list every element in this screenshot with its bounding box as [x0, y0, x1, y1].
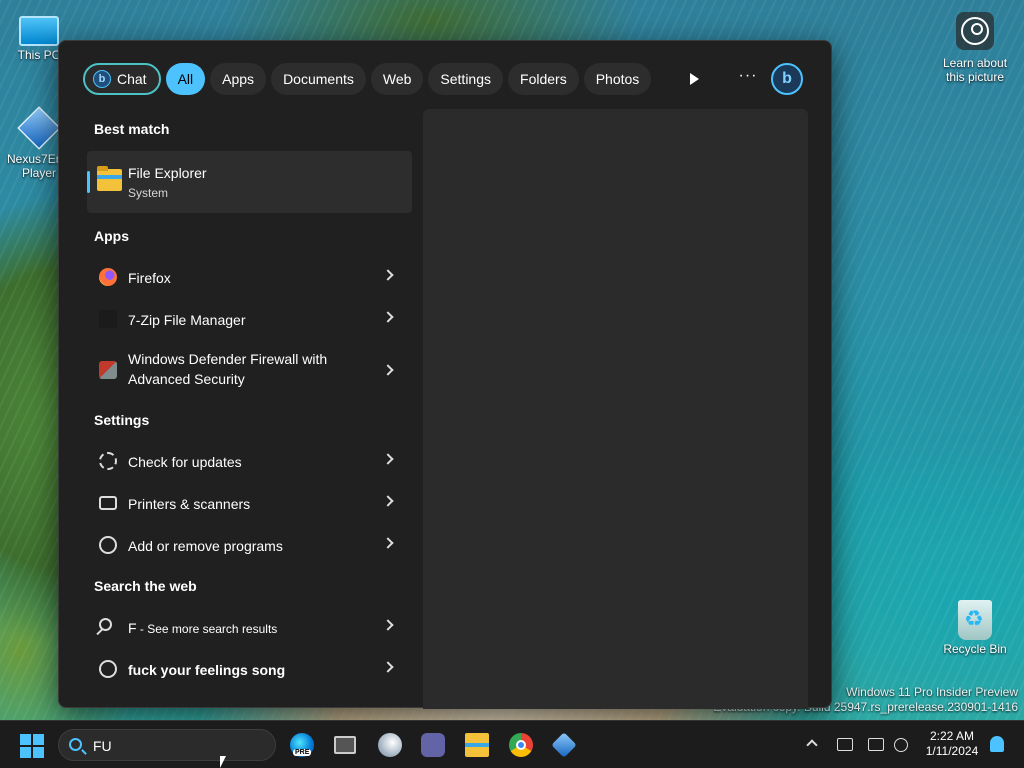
app-result-defender-firewall[interactable]: Windows Defender Firewall with Advanced …: [87, 347, 412, 393]
result-title: File Explorer: [128, 165, 207, 181]
section-title-apps: Apps: [94, 228, 129, 244]
web-query: F: [128, 620, 137, 636]
play-icon: [689, 73, 699, 85]
result-label: 7-Zip File Manager: [128, 312, 246, 328]
more-options-button[interactable]: ···: [735, 67, 761, 89]
taskbar-search-box[interactable]: [58, 729, 276, 761]
app-result-firefox[interactable]: Firefox: [87, 257, 412, 297]
keyboard-icon[interactable]: [837, 738, 853, 751]
chevron-right-icon[interactable]: [382, 661, 394, 673]
volume-muted-icon[interactable]: [894, 738, 908, 752]
setting-result-check-updates[interactable]: Check for updates: [87, 441, 412, 481]
bing-button[interactable]: b: [771, 63, 803, 95]
desktop-icon-label: Recycle Bin: [943, 642, 1007, 656]
chevron-right-icon[interactable]: [382, 537, 394, 549]
result-label: Printers & scanners: [128, 496, 251, 512]
setting-result-add-remove-programs[interactable]: Add or remove programs: [87, 525, 412, 565]
gear-icon: [99, 536, 117, 554]
filter-chat[interactable]: b Chat: [83, 63, 161, 95]
chevron-right-icon[interactable]: [382, 364, 394, 376]
search-filters: b Chat All Apps Documents Web Settings F…: [83, 63, 652, 95]
result-subtitle: System: [128, 186, 169, 200]
firewall-icon: [99, 361, 117, 379]
clock-date: 1/11/2024: [925, 744, 979, 758]
result-label-line: Windows Defender Firewall with: [128, 351, 328, 367]
taskbar-task-view[interactable]: [334, 736, 356, 754]
result-label: fuck your feelings song: [128, 660, 285, 680]
web-history-query: fuck your feelings song: [128, 662, 286, 678]
chevron-right-icon[interactable]: [382, 495, 394, 507]
search-icon: [99, 618, 112, 631]
chevron-right-icon[interactable]: [382, 453, 394, 465]
chevron-right-icon[interactable]: [382, 311, 394, 323]
taskbar-file-explorer[interactable]: [465, 733, 489, 757]
section-title-settings: Settings: [94, 412, 150, 428]
history-icon: [99, 660, 117, 678]
firefox-icon: [99, 268, 117, 286]
result-label-line: Advanced Security: [128, 371, 245, 387]
result-label: Add or remove programs: [128, 538, 283, 554]
taskbar-clock[interactable]: 2:22 AM 1/11/2024: [916, 729, 988, 759]
camera-info-icon: [956, 12, 994, 50]
learn-about-picture[interactable]: Learn about this picture: [940, 12, 1010, 84]
chevron-right-icon[interactable]: [382, 269, 394, 281]
web-result-see-more[interactable]: F - See more search results: [87, 607, 412, 647]
start-button[interactable]: [20, 734, 44, 758]
desktop-icon-recycle-bin[interactable]: Recycle Bin: [940, 600, 1010, 656]
taskbar-chrome[interactable]: [509, 733, 533, 757]
scroll-filters-button[interactable]: [683, 68, 705, 90]
filter-apps[interactable]: Apps: [210, 63, 267, 95]
computer-icon: [19, 16, 59, 46]
7zip-icon: [99, 310, 117, 328]
show-hidden-icons-chevron-icon[interactable]: [806, 739, 818, 751]
desktop-icon-label: This PC: [17, 48, 61, 62]
result-label: Firefox: [128, 270, 171, 286]
result-label: F - See more search results: [128, 618, 277, 639]
chevron-right-icon[interactable]: [382, 619, 394, 631]
clock-time: 2:22 AM: [929, 729, 975, 743]
filter-web[interactable]: Web: [370, 63, 424, 95]
taskbar-weather[interactable]: [378, 733, 402, 757]
result-label: Windows Defender Firewall with Advanced …: [128, 349, 327, 389]
taskbar-search-input[interactable]: [93, 735, 263, 757]
taskbar-virtualbox[interactable]: [551, 732, 577, 758]
web-result-history[interactable]: fuck your feelings song: [87, 649, 412, 689]
best-match-file-explorer[interactable]: File Explorer System: [87, 151, 412, 213]
result-label: Check for updates: [128, 454, 242, 470]
bing-chat-icon: b: [93, 70, 111, 88]
search-icon: [69, 738, 82, 751]
pre-badge: PRE: [293, 749, 312, 756]
mouse-cursor-icon: [220, 756, 232, 768]
windows-logo-icon: [20, 734, 31, 745]
selection-indicator: [87, 171, 90, 193]
app-result-7zip[interactable]: 7-Zip File Manager: [87, 299, 412, 339]
filter-folders[interactable]: Folders: [508, 63, 579, 95]
filter-documents[interactable]: Documents: [271, 63, 366, 95]
recycle-bin-icon: [958, 600, 992, 640]
web-query-suffix: - See more search results: [136, 622, 278, 636]
filter-label: Chat: [117, 71, 147, 87]
filter-photos[interactable]: Photos: [583, 63, 652, 95]
search-panel: b Chat All Apps Documents Web Settings F…: [58, 40, 832, 709]
taskbar: PRE 2:22 AM 1/11/2024: [0, 720, 1024, 768]
file-explorer-icon: [97, 166, 122, 191]
learn-about-label: Learn about this picture: [942, 56, 1008, 84]
network-icon[interactable]: [868, 738, 884, 751]
bing-icon: b: [782, 70, 792, 87]
taskbar-teams[interactable]: [421, 733, 445, 757]
printer-icon: [99, 496, 117, 510]
filter-all[interactable]: All: [165, 63, 206, 95]
setting-result-printers[interactable]: Printers & scanners: [87, 483, 412, 523]
sync-icon: [99, 452, 117, 470]
result-preview-pane: [423, 109, 808, 709]
section-title-web: Search the web: [94, 578, 197, 594]
notification-bell-icon[interactable]: [990, 736, 1004, 752]
section-title-best-match: Best match: [94, 121, 170, 137]
virtualbox-icon: [17, 106, 61, 150]
filter-settings[interactable]: Settings: [428, 63, 504, 95]
